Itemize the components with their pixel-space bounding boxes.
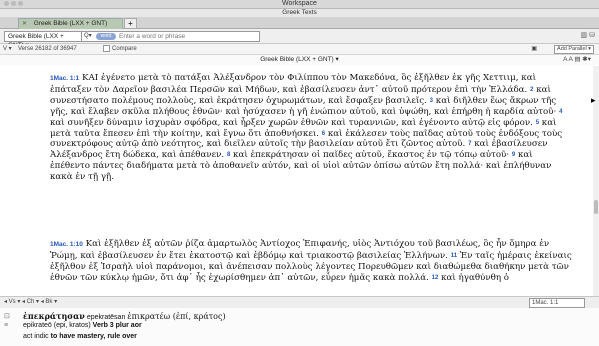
passage-header: Greek Bible (LXX + GNT) ▾ A A ▤ ✱▾ — [0, 55, 599, 65]
verse-number[interactable]: 3 — [430, 98, 433, 104]
verse-number[interactable]: 6 — [322, 131, 325, 137]
verse-row: V ▾ Verse 26182 of 36947 Compare ▣ Add P… — [0, 44, 599, 55]
notes-icon[interactable]: ≡ — [4, 321, 14, 330]
search-input[interactable] — [119, 32, 257, 41]
tab-label: Greek Bible (LXX + GNT) — [33, 20, 108, 27]
search-type-pill[interactable]: word — [96, 33, 116, 40]
info-pane-icons: ⊡ ≡ — [4, 312, 14, 330]
close-window-dot[interactable] — [4, 1, 9, 6]
panel-icon[interactable]: ▣ — [531, 44, 537, 54]
verse-text[interactable]: καὶ ἐπεκράτησαν οἱ παῖδες αὐτοῦ, ἕκαστος… — [233, 150, 509, 160]
verse-number[interactable]: 4 — [559, 109, 562, 115]
bible-select[interactable]: Greek Bible (LXX + GNT) ▾ — [4, 31, 82, 49]
reference-box[interactable]: 1Mac. 1:1 — [529, 298, 585, 308]
passage-content: 1Mac. 1:1 ΚΑΙ ἐγένετο μετὰ τὸ πατάξαι Ἀλ… — [0, 66, 599, 296]
verse-number[interactable]: 2 — [530, 87, 533, 93]
scroll-thumb[interactable] — [594, 200, 598, 214]
verse-text[interactable]: καὶ συνῆξεν δύναμιν ἰσχυρὰν σφόδρα, καὶ … — [50, 118, 533, 128]
navigation-controls[interactable]: ◂ Vs ▾ ◂ Ch ▾ ◂ Bk ▾ — [4, 297, 57, 308]
word-greek: ἐπεκράτησαν — [23, 311, 85, 321]
mouse-cursor-icon: ▸ — [591, 95, 596, 105]
parsing: Verb 3 plur aor — [92, 322, 142, 329]
gear-icon[interactable]: ✱▾ — [582, 56, 591, 63]
context-icon[interactable]: ⛁ — [589, 32, 595, 39]
info-pane: ⊡ ≡ ἐπεκράτησαν epekratēsan ἐπικρατέω (ἐ… — [0, 308, 599, 346]
tab-greek-bible[interactable]: ✕ Greek Bible (LXX + GNT) — [18, 18, 123, 29]
chevron-down-icon: ▾ — [335, 56, 339, 63]
verse-number[interactable]: 7 — [468, 141, 471, 147]
lemma-translit: epikrateō — [23, 322, 52, 329]
window-title: Workspace — [282, 0, 317, 7]
font-size-controls[interactable]: A A — [563, 56, 572, 63]
verse-number[interactable]: 9 — [512, 152, 515, 158]
verse-selector-icon[interactable]: V ▾ — [3, 44, 12, 54]
close-tab-icon[interactable]: ✕ — [22, 19, 27, 29]
info-line-1: ἐπεκράτησαν epekratēsan ἐπικρατέω (ἐπί, … — [23, 311, 226, 321]
options-icon[interactable]: ▤ — [574, 56, 580, 63]
verse-number[interactable]: 8 — [227, 152, 230, 158]
verse-text[interactable]: καὶ ἠγαθύνθη ὁ — [441, 273, 509, 283]
search-box[interactable]: Q▾ word — [81, 31, 260, 42]
verse-reference[interactable]: 1Mac. 1:10 — [50, 241, 83, 248]
header-controls: A A ▤ ✱▾ — [563, 55, 591, 65]
add-parallel-button[interactable]: Add Parallel ▾ — [554, 45, 594, 54]
tab-bar: ✕ Greek Bible (LXX + GNT) + — [0, 17, 599, 29]
add-parallel-label: Add Parallel — [557, 46, 587, 52]
library-icon[interactable]: ▥ — [581, 32, 588, 39]
verse-number[interactable]: 12 — [432, 275, 439, 281]
lock-icon[interactable]: ⊡ — [4, 312, 14, 321]
lemma-greek: ἐπικρατέω (ἐπί, κράτος) — [127, 312, 226, 321]
mood: act indic — [23, 333, 49, 340]
word-translit: epekratēsan — [86, 314, 126, 321]
gloss: to have mastery, rule over — [50, 333, 137, 340]
passage-title[interactable]: Greek Bible (LXX + GNT) — [260, 56, 334, 63]
zoom-window-dot[interactable] — [18, 1, 23, 6]
minimize-window-dot[interactable] — [11, 1, 16, 6]
lemma-translit-parts: (epi, kratos) — [53, 322, 91, 329]
verse-text[interactable]: ΚΑΙ ἐγένετο μετὰ τὸ πατάξαι Ἀλέξανδρον τ… — [50, 73, 536, 95]
verse-count: Verse 26182 of 36947 — [18, 46, 77, 52]
paragraph-1: 1Mac. 1:1 ΚΑΙ ἐγένετο μετὰ τὸ πατάξαι Ἀλ… — [50, 73, 575, 183]
window-controls[interactable] — [4, 1, 25, 9]
verse-reference[interactable]: 1Mac. 1:1 — [50, 75, 79, 82]
compare-label: Compare — [112, 46, 137, 52]
search-icon: Q▾ — [84, 33, 92, 39]
add-tab-button[interactable]: + — [124, 18, 137, 29]
info-line-3: act indic to have mastery, rule over — [23, 333, 137, 340]
verse-number[interactable]: 5 — [536, 120, 539, 126]
toolbar-icons: ▥ ⛁ — [581, 31, 595, 39]
paragraph-2: 1Mac. 1:10 Καὶ ἐξῆλθεν ἐξ αὐτῶν ῥίζα ἁμα… — [50, 239, 575, 284]
verse-number[interactable]: 11 — [451, 253, 457, 259]
toolbar: Greek Bible (LXX + GNT) ▾ Q▾ word ▥ ⛁ — [0, 29, 599, 49]
info-line-2: epikrateō (epi, kratos) Verb 3 plur aor — [23, 322, 142, 329]
window-subtitle: Greek Texts — [0, 9, 599, 17]
window-titlebar: Workspace — [0, 0, 599, 9]
compare-checkbox[interactable]: Compare — [103, 44, 137, 54]
